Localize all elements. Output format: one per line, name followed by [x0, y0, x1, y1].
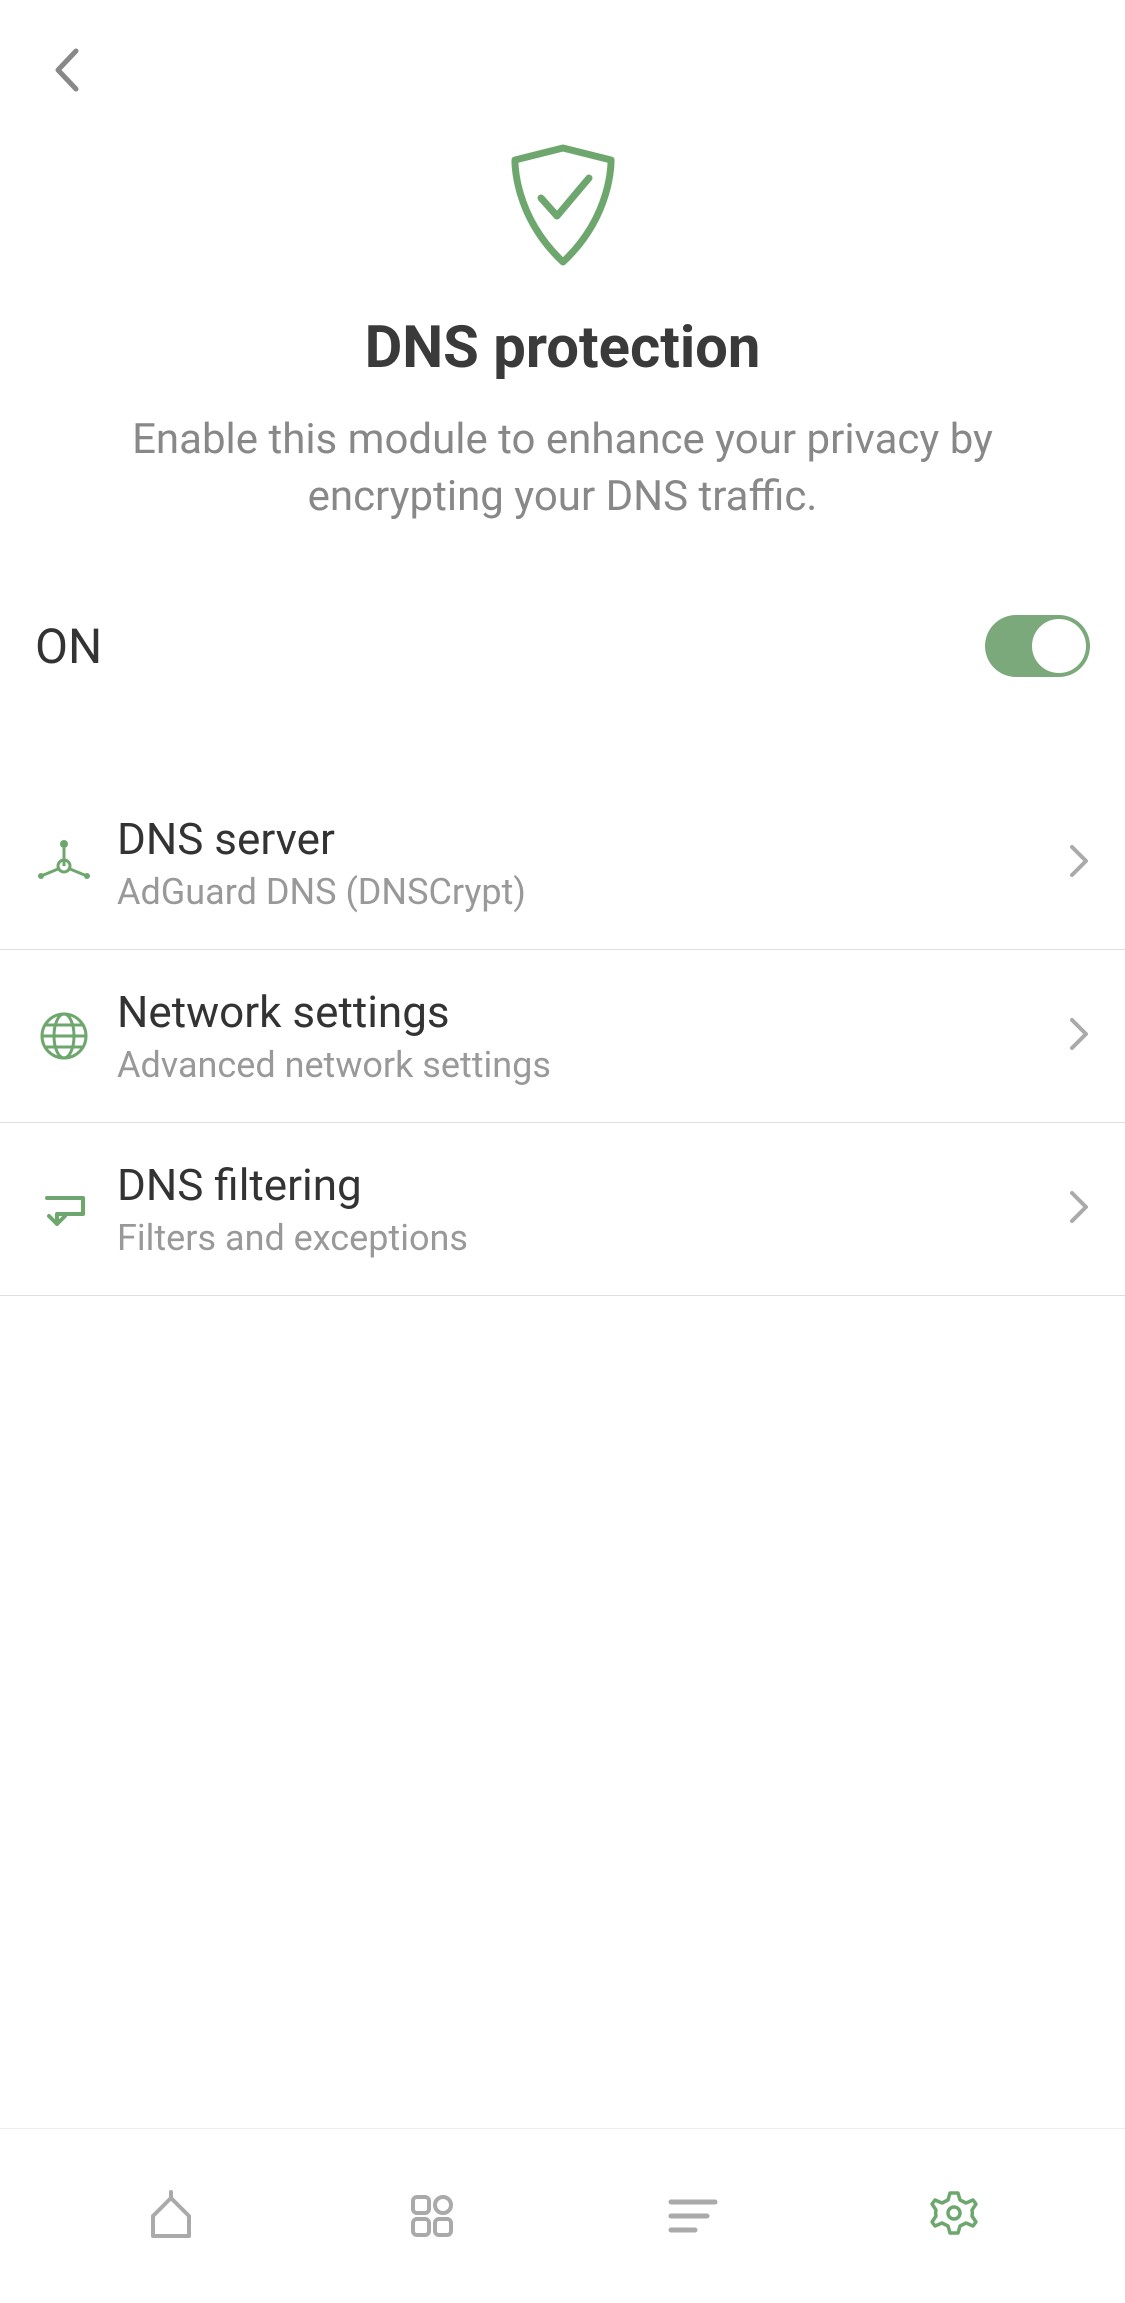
- nav-home[interactable]: [141, 2186, 201, 2246]
- grid-icon: [407, 2191, 457, 2241]
- page-title: DNS protection: [40, 314, 1085, 382]
- nav-list[interactable]: [663, 2186, 723, 2246]
- hero-section: DNS protection Enable this module to enh…: [0, 110, 1125, 585]
- list-item-dns-filtering[interactable]: DNS filtering Filters and exceptions: [0, 1123, 1125, 1296]
- header: [0, 0, 1125, 110]
- list-item-subtitle: AdGuard DNS (DNSCrypt): [117, 871, 1068, 913]
- gear-icon: [927, 2189, 981, 2243]
- main-toggle-row: ON: [0, 585, 1125, 777]
- back-button[interactable]: [46, 50, 86, 90]
- chevron-right-icon: [1068, 1016, 1090, 1056]
- list-item-title: DNS filtering: [117, 1159, 1068, 1211]
- list-item-network-settings[interactable]: Network settings Advanced network settin…: [0, 950, 1125, 1123]
- chevron-right-icon: [1068, 1189, 1090, 1229]
- list-icon: [667, 2196, 719, 2236]
- main-toggle[interactable]: [985, 615, 1090, 677]
- chevron-left-icon: [52, 47, 80, 93]
- list-content: DNS server AdGuard DNS (DNSCrypt): [117, 813, 1068, 913]
- list-item-dns-server[interactable]: DNS server AdGuard DNS (DNSCrypt): [0, 777, 1125, 950]
- network-node-icon: [35, 836, 93, 890]
- nav-apps[interactable]: [402, 2186, 462, 2246]
- globe-icon: [35, 1011, 93, 1061]
- list-item-title: DNS server: [117, 813, 1068, 865]
- list-content: Network settings Advanced network settin…: [117, 986, 1068, 1086]
- list-item-title: Network settings: [117, 986, 1068, 1038]
- list-content: DNS filtering Filters and exceptions: [117, 1159, 1068, 1259]
- filter-arrow-icon: [35, 1184, 93, 1234]
- toggle-label: ON: [35, 618, 102, 675]
- list-item-subtitle: Advanced network settings: [117, 1044, 1068, 1086]
- bottom-navigation: [0, 2128, 1125, 2303]
- toggle-knob: [1032, 619, 1086, 673]
- shield-check-icon: [503, 140, 623, 274]
- page-subtitle: Enable this module to enhance your priva…: [40, 412, 1085, 525]
- home-icon: [145, 2190, 197, 2242]
- chevron-right-icon: [1068, 843, 1090, 883]
- nav-settings[interactable]: [924, 2186, 984, 2246]
- list-item-subtitle: Filters and exceptions: [117, 1217, 1068, 1259]
